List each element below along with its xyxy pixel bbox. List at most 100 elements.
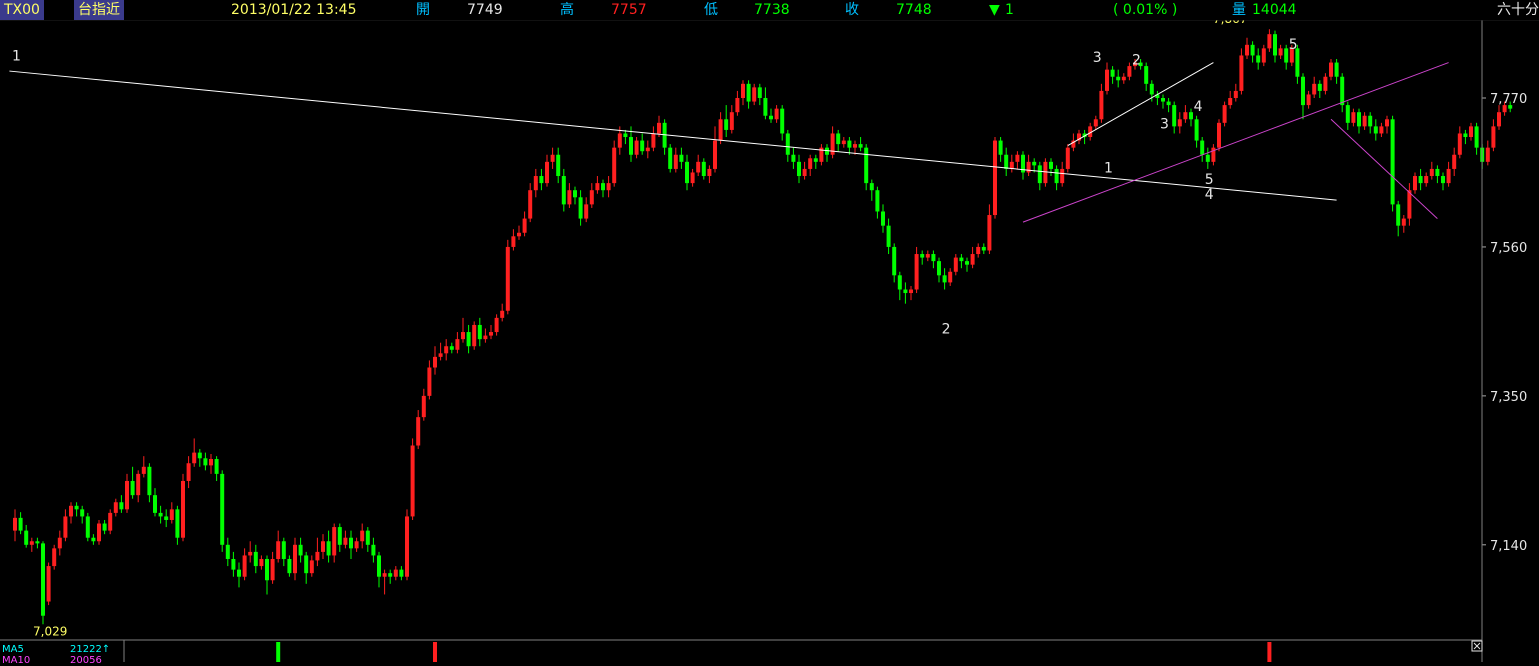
- candle: [130, 466, 135, 499]
- candle: [136, 470, 141, 503]
- candle-body: [1032, 161, 1037, 166]
- symbol-tab[interactable]: TX00: [0, 0, 44, 20]
- candle-body: [455, 339, 460, 350]
- period-label[interactable]: 六十分: [1497, 1, 1539, 19]
- candle: [1054, 165, 1059, 191]
- candle: [158, 505, 163, 524]
- trendline-long: [9, 70, 1337, 201]
- candle-body: [214, 458, 219, 474]
- candle-body: [634, 140, 639, 155]
- candle: [1306, 90, 1311, 109]
- wave-label: 2: [1132, 53, 1141, 69]
- candle: [909, 285, 913, 301]
- candle: [892, 243, 897, 283]
- candle: [1116, 69, 1121, 88]
- candle-body: [1222, 105, 1227, 123]
- candle: [1334, 59, 1339, 84]
- candle-body: [875, 190, 880, 212]
- candle: [1446, 161, 1451, 187]
- candle-body: [869, 183, 874, 191]
- candle: [550, 147, 555, 169]
- candle-body: [41, 543, 45, 616]
- name-tab[interactable]: 台指近: [74, 0, 124, 20]
- candle: [1065, 144, 1070, 173]
- candle: [337, 523, 342, 552]
- candle-body: [113, 502, 118, 513]
- candle: [489, 324, 493, 340]
- candle: [522, 211, 527, 237]
- wave-label: 1: [1104, 161, 1113, 177]
- high-value: 7757: [611, 2, 647, 18]
- candle-body: [1368, 115, 1373, 127]
- candle-body: [769, 115, 773, 120]
- candle-body: [931, 254, 936, 262]
- candle-body: [349, 537, 353, 549]
- candle-body: [1345, 105, 1350, 123]
- candle: [713, 126, 717, 173]
- candle: [528, 183, 533, 223]
- candle-body: [119, 502, 124, 510]
- candle-body: [427, 367, 432, 396]
- candle-body: [472, 324, 477, 347]
- candle-body: [1015, 154, 1020, 162]
- candle-body: [1401, 218, 1406, 226]
- candle-body: [1306, 94, 1311, 106]
- candle-body: [1497, 112, 1501, 127]
- candle: [1121, 73, 1126, 84]
- candle: [1267, 29, 1272, 52]
- candle: [63, 509, 68, 542]
- candle-body: [1446, 168, 1451, 184]
- candle-body: [169, 509, 174, 520]
- candle-body: [920, 254, 925, 258]
- candle: [365, 527, 370, 552]
- low-value: 7738: [754, 2, 790, 18]
- low-marker: 7,029: [33, 625, 67, 639]
- candle-body: [1261, 48, 1266, 63]
- candle-body: [903, 289, 908, 294]
- candle-body: [528, 190, 533, 219]
- change-percent: ( 0.01% ): [1113, 2, 1178, 18]
- candle-body: [46, 566, 51, 602]
- candle-body: [853, 144, 857, 148]
- candle: [707, 165, 712, 184]
- candle-body: [578, 197, 583, 219]
- candle-body: [405, 516, 409, 577]
- candle: [265, 555, 269, 595]
- candle: [1099, 83, 1104, 123]
- volume-panel: MA5 21222↑ MA10 20056: [0, 641, 1539, 666]
- candle-body: [897, 275, 902, 290]
- candle: [1273, 30, 1277, 63]
- candle: [1368, 112, 1373, 134]
- candle-body: [657, 122, 661, 134]
- candle: [52, 544, 57, 570]
- candle: [1485, 140, 1490, 166]
- candle: [1172, 101, 1177, 134]
- price-chart[interactable]: 12321345457,8677,029 7,7707,5607,3507,14…: [0, 0, 1539, 662]
- candle: [169, 502, 174, 524]
- candle-body: [550, 154, 555, 162]
- candle-body: [1099, 90, 1104, 120]
- candle: [1385, 115, 1389, 134]
- candle-body: [696, 161, 701, 173]
- candle: [259, 555, 264, 570]
- candle: [220, 470, 225, 552]
- candle: [1373, 119, 1378, 141]
- candle: [1144, 62, 1149, 91]
- candle: [276, 530, 281, 563]
- candle-body: [1233, 90, 1238, 99]
- candle: [1205, 147, 1210, 169]
- candle: [1323, 73, 1328, 95]
- candle: [942, 268, 947, 290]
- candle: [937, 257, 941, 283]
- candle-body: [1116, 76, 1121, 81]
- candle-body: [259, 558, 264, 567]
- candle: [1015, 151, 1020, 169]
- candle: [1379, 122, 1384, 138]
- labels-layer: 12321345457,8677,029: [12, 12, 1298, 638]
- open-label: 開: [416, 2, 430, 18]
- candle: [91, 534, 96, 545]
- candle-body: [1239, 55, 1244, 91]
- candle: [729, 105, 734, 134]
- y-tick-label: 7,350: [1490, 390, 1527, 405]
- candle-body: [1474, 126, 1479, 148]
